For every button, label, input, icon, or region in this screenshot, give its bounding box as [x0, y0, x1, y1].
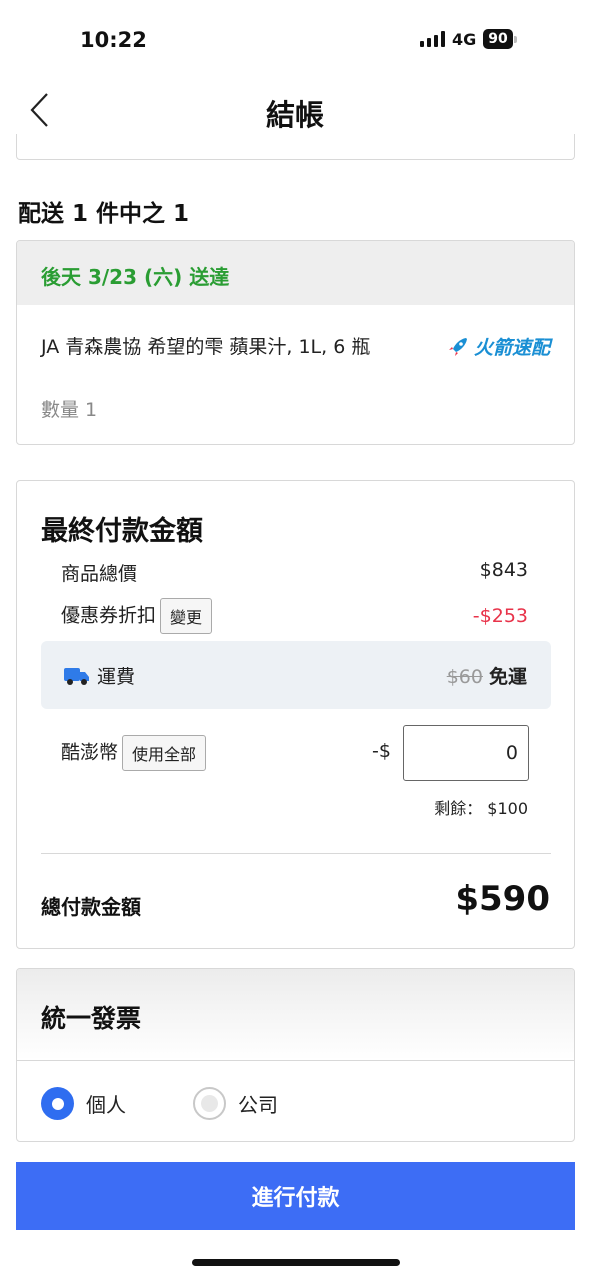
coupon-row: 優惠券折扣 變更 — [61, 598, 213, 634]
subtotal-label: 商品總價 — [61, 563, 138, 585]
page-header: 結帳 — [0, 80, 590, 140]
delivery-date: 後天 3/23 (六) 送達 — [17, 241, 574, 305]
checkout-button[interactable]: 進行付款 — [16, 1162, 575, 1230]
total-label: 總付款金額 — [41, 895, 141, 919]
status-indicators: 4G 90 — [420, 29, 517, 49]
shipping-fee-row: 運費 $60 免運 — [41, 641, 551, 709]
payment-summary-card: 最終付款金額 商品總價 $843 優惠券折扣 變更 -$253 運費 $60 免運 … — [16, 480, 575, 949]
invoice-option-label: 公司 — [238, 1093, 278, 1117]
signal-icon — [420, 31, 445, 47]
invoice-option-personal[interactable]: 個人 — [41, 1087, 126, 1120]
coins-prefix: -$ — [372, 740, 391, 762]
shipping-label-group: 運費 — [63, 662, 135, 689]
invoice-option-label: 個人 — [86, 1093, 126, 1117]
coins-input[interactable] — [403, 725, 529, 781]
previous-section-card — [16, 134, 575, 160]
divider — [41, 853, 551, 854]
total-value: $590 — [455, 879, 550, 919]
subtotal-value: $843 — [479, 559, 528, 581]
invoice-option-company[interactable]: 公司 — [193, 1087, 278, 1120]
shipping-value-group: $60 免運 — [447, 662, 527, 689]
shipping-original-price: $60 — [446, 666, 483, 688]
battery-icon: 90 — [483, 29, 517, 49]
battery-level: 90 — [483, 29, 513, 49]
invoice-card: 統一發票 個人 公司 — [16, 968, 575, 1142]
product-name: JA 青森農協 希望的雫 蘋果汁, 1L, 6 瓶 — [41, 336, 371, 358]
coins-label: 酷澎幣 — [61, 741, 119, 764]
shipping-label: 運費 — [97, 666, 136, 688]
rocket-icon — [448, 337, 467, 356]
shipment-title: 配送 1 件中之 1 — [18, 201, 190, 227]
shipment-card: 後天 3/23 (六) 送達 JA 青森農協 希望的雫 蘋果汁, 1L, 6 瓶… — [16, 240, 575, 445]
rocket-delivery-badge: 火箭速配 — [446, 333, 550, 360]
coupon-change-button[interactable]: 變更 — [160, 598, 213, 634]
shipping-free: 免運 — [488, 666, 527, 688]
truck-icon — [64, 667, 89, 685]
page-title: 結帳 — [265, 98, 324, 132]
status-time: 10:22 — [80, 28, 147, 52]
payment-title: 最終付款金額 — [41, 516, 203, 547]
status-bar: 10:22 4G 90 — [0, 0, 590, 80]
coins-use-all-button[interactable]: 使用全部 — [122, 735, 207, 771]
coupon-label: 優惠券折扣 — [61, 604, 157, 627]
coins-row: 酷澎幣 使用全部 — [61, 735, 207, 771]
home-indicator — [192, 1259, 400, 1266]
coupon-value: -$253 — [472, 605, 528, 627]
coins-remaining: 剩餘： $100 — [434, 799, 528, 818]
rocket-delivery-label: 火箭速配 — [473, 337, 550, 359]
invoice-title: 統一發票 — [17, 969, 574, 1061]
network-type: 4G — [452, 29, 477, 49]
radio-unselected-icon[interactable] — [193, 1087, 226, 1120]
radio-selected-icon[interactable] — [41, 1087, 74, 1120]
product-quantity: 數量 1 — [41, 399, 98, 421]
